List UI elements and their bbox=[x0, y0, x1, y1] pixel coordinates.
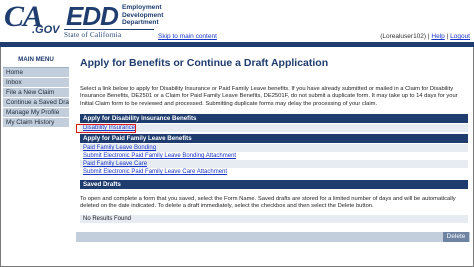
edd-logo-rule bbox=[64, 29, 154, 30]
sidebar-item-inbox[interactable]: Inbox bbox=[3, 78, 69, 88]
site-header: CA .GOV EDD Employment Development Depar… bbox=[0, 0, 474, 42]
help-link[interactable]: Help bbox=[431, 33, 444, 40]
sidebar-item-continue-draft[interactable]: Continue a Saved Draft bbox=[3, 98, 69, 108]
logout-link[interactable]: Logout bbox=[450, 33, 470, 40]
main-content: Apply for Benefits or Continue a Draft A… bbox=[76, 49, 470, 263]
edd-line-development: Development bbox=[122, 11, 164, 19]
pfl-section-heading: Apply for Paid Family Leave Benefits bbox=[80, 134, 468, 143]
sidebar-item-file-new-claim[interactable]: File a New Claim bbox=[3, 88, 69, 98]
pfl-care-link[interactable]: Paid Family Leave Care bbox=[80, 160, 468, 168]
no-results-row: No Results Found bbox=[80, 215, 468, 223]
edd-department-name: Employment Development Department bbox=[122, 4, 163, 27]
delete-button[interactable]: Delete bbox=[443, 232, 469, 242]
ca-gov-suffix: .GOV bbox=[32, 24, 60, 36]
disability-insurance-highlight bbox=[76, 124, 136, 133]
user-links: (Lorealuser102) | Help | Logout bbox=[380, 33, 470, 40]
main-menu-title: MAIN MENU bbox=[3, 49, 69, 68]
username-label: (Lorealuser102) bbox=[380, 33, 427, 40]
saved-drafts-heading: Saved Drafts bbox=[80, 180, 468, 189]
sidebar-item-claim-history[interactable]: My Claim History bbox=[3, 118, 69, 128]
pfl-bonding-attachment-link[interactable]: Submit Electronic Paid Family Leave Bond… bbox=[80, 152, 468, 160]
separator: | bbox=[446, 33, 449, 40]
edd-logo[interactable]: EDD bbox=[66, 3, 119, 29]
sidebar-item-manage-profile[interactable]: Manage My Profile bbox=[3, 108, 69, 118]
edd-line-employment: Employment bbox=[122, 4, 162, 11]
skip-to-main-link[interactable]: Skip to main content bbox=[158, 33, 217, 40]
pfl-bonding-link[interactable]: Paid Family Leave Bonding bbox=[80, 144, 468, 152]
drafts-footer-bar bbox=[76, 232, 470, 242]
separator: | bbox=[427, 33, 430, 40]
disability-insurance-link[interactable]: Disability Insurance bbox=[80, 124, 468, 132]
di-section-heading: Apply for Disability Insurance Benefits bbox=[80, 114, 468, 123]
sidebar-item-home[interactable]: Home bbox=[3, 68, 69, 78]
saved-drafts-text: To open and complete a form that you sav… bbox=[80, 196, 456, 210]
edd-line-department: Department bbox=[122, 19, 159, 27]
intro-text: Select a link below to apply for Disabil… bbox=[80, 86, 458, 107]
edd-state-label: State of California bbox=[64, 31, 122, 39]
page-title: Apply for Benefits or Continue a Draft A… bbox=[80, 57, 329, 69]
header-band bbox=[0, 42, 474, 47]
pfl-care-attachment-link[interactable]: Submit Electronic Paid Family Leave Care… bbox=[80, 168, 468, 176]
main-menu: MAIN MENU Home Inbox File a New Claim Co… bbox=[3, 49, 69, 263]
